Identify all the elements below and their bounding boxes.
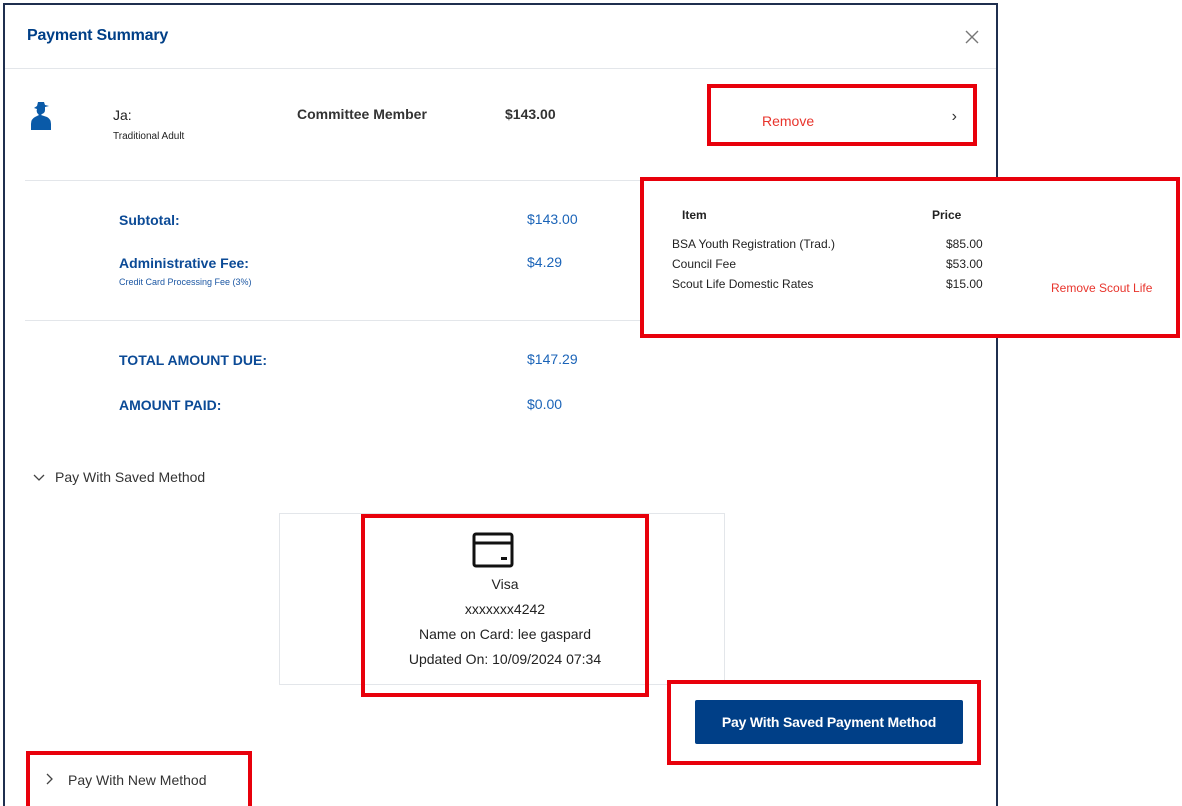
pay-with-saved-payment-method-button[interactable]: Pay With Saved Payment Method [695,700,963,744]
pay-with-new-method-toggle[interactable]: Pay With New Method [46,772,207,788]
admin-fee-sublabel: Credit Card Processing Fee (3%) [119,277,252,287]
member-name: Ja: [113,107,132,123]
breakdown-row-price: $85.00 [946,237,983,251]
chevron-right-icon[interactable]: › [952,108,957,126]
total-due-value: $147.29 [527,351,578,367]
section-label: Pay With Saved Method [55,469,206,485]
member-price: $143.00 [505,106,556,122]
remove-member-button[interactable]: Remove › [707,84,977,146]
remove-scout-life-link[interactable]: Remove Scout Life [1051,281,1152,295]
breakdown-row-item: Scout Life Domestic Rates [672,277,814,291]
total-due-label: TOTAL AMOUNT DUE: [119,352,268,368]
member-position: Committee Member [297,106,427,122]
chevron-right-icon [46,772,68,788]
price-breakdown-popup: Item Price BSA Youth Registration (Trad.… [640,177,1180,338]
member-type: Traditional Adult [113,131,185,142]
breakdown-row-item: Council Fee [672,257,737,271]
saved-card-tile[interactable] [361,514,649,697]
modal-title: Payment Summary [27,27,169,44]
breakdown-row-price: $15.00 [946,277,983,291]
close-icon[interactable] [964,29,980,45]
pay-new-highlight: Pay With New Method [26,751,252,806]
amount-paid-value: $0.00 [527,396,563,412]
pay-saved-highlight: Pay With Saved Payment Method [667,680,981,765]
admin-fee-value: $4.29 [527,254,563,270]
admin-fee-label: Administrative Fee: [119,255,249,271]
chevron-down-icon [33,469,55,485]
breakdown-row-item: BSA Youth Registration (Trad.) [672,237,835,251]
subtotal-value: $143.00 [527,211,578,227]
remove-label: Remove [762,113,815,129]
section-label: Pay With New Method [68,772,207,788]
breakdown-header-item: Item [682,208,707,222]
subtotal-label: Subtotal: [119,212,180,228]
scout-silhouette-icon [28,100,54,130]
pay-with-saved-method-toggle[interactable]: Pay With Saved Method [33,469,205,485]
breakdown-row-price: $53.00 [946,257,983,271]
breakdown-header-price: Price [932,208,962,222]
amount-paid-label: AMOUNT PAID: [119,397,222,413]
modal-header: Payment Summary [5,5,996,69]
